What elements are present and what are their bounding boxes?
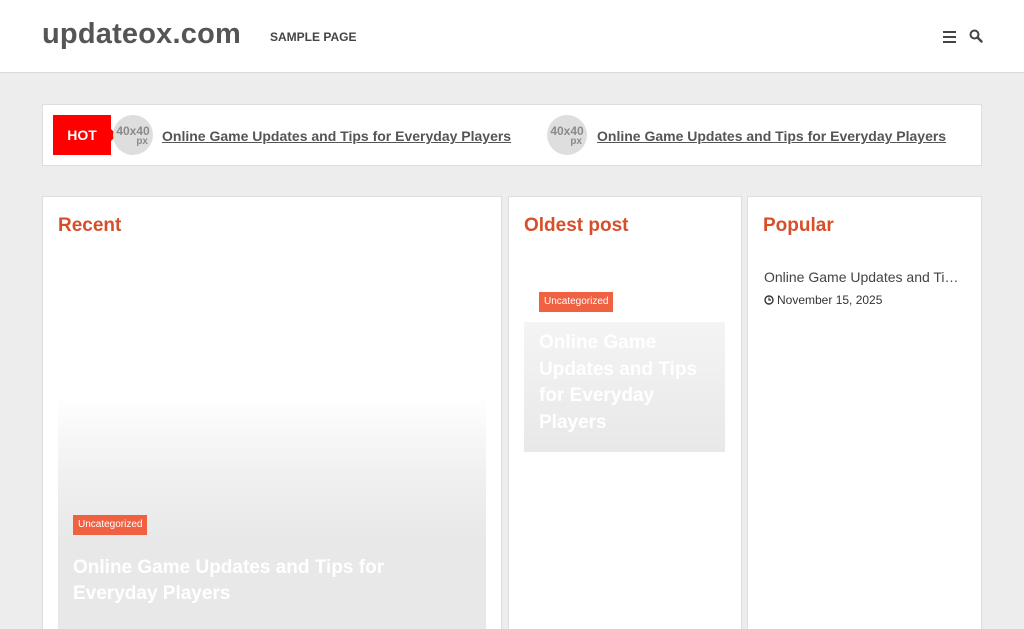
site-title[interactable]: updateox.com (42, 18, 241, 51)
category-badge[interactable]: Uncategorized (539, 292, 614, 312)
recent-post-card[interactable]: Uncategorized Online Game Updates and Ti… (58, 397, 486, 629)
oldest-post-card[interactable]: Online Game Updates and Tips for Everyda… (524, 322, 725, 452)
popular-panel: Popular Online Game Updates and Tips for… (747, 196, 982, 629)
ticker-link[interactable]: Online Game Updates and Tips for Everyda… (597, 128, 946, 144)
recent-heading: Recent (58, 215, 122, 236)
category-badge[interactable]: Uncategorized (73, 515, 148, 535)
popular-post-title[interactable]: Online Game Updates and Tips for Everyda… (764, 269, 964, 285)
news-ticker: HOT 40x40 px Online Game Updates and Tip… (42, 104, 982, 166)
oldest-post-title[interactable]: Online Game Updates and Tips for Everyda… (539, 330, 719, 436)
ticker-link[interactable]: Online Game Updates and Tips for Everyda… (162, 128, 511, 144)
recent-panel: Recent Uncategorized Online Game Updates… (42, 196, 502, 629)
hot-badge: HOT (53, 115, 117, 155)
oldest-heading: Oldest post (524, 215, 629, 236)
clock-icon (764, 294, 774, 305)
date-text: November 15, 2025 (777, 293, 883, 307)
site-header: updateox.com SAMPLE PAGE (0, 0, 1024, 73)
search-icon[interactable] (969, 29, 983, 43)
oldest-panel: Oldest post Uncategorized Online Game Up… (508, 196, 742, 629)
ticker-thumbnail[interactable]: 40x40 px (113, 115, 153, 155)
nav-sample-page[interactable]: SAMPLE PAGE (270, 30, 356, 44)
recent-post-title[interactable]: Online Game Updates and Tips for Everyda… (73, 555, 473, 607)
menu-icon[interactable] (943, 31, 957, 43)
thumbnail-unit-text: px (136, 136, 148, 147)
thumbnail-unit-text: px (570, 136, 582, 147)
popular-post-date: November 15, 2025 (764, 293, 882, 307)
ticker-thumbnail[interactable]: 40x40 px (547, 115, 587, 155)
popular-heading: Popular (763, 215, 834, 236)
